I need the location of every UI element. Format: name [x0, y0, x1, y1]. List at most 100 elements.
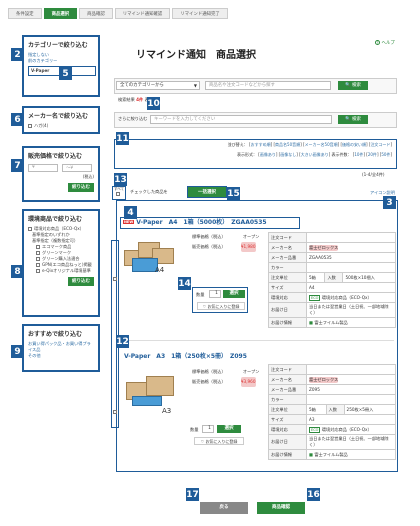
refine-input[interactable]: キーワードを入力してください — [150, 115, 332, 124]
annotation-badge-3: 3 — [383, 196, 396, 209]
display-large-image[interactable]: 大きい画像あり — [301, 152, 329, 157]
sort-recommend[interactable]: おすすめ順 — [251, 142, 271, 147]
step-tab-1: 条件設定 — [8, 8, 42, 19]
product-1-image — [124, 236, 176, 276]
sort-maker[interactable]: メーカー名50音順 — [305, 142, 338, 147]
price-filter-button[interactable]: 絞り込む — [68, 183, 94, 192]
step-tabs: 条件設定 商品選択 商品確認 リマインド通知確認 リマインド通知完了 — [8, 8, 230, 19]
checkbox-icon[interactable] — [28, 124, 32, 128]
category-filter-title: カテゴリーで絞り込む — [28, 42, 88, 49]
eco-option-8[interactable]: e-Qixオリジナル環境基準 — [28, 268, 94, 274]
search-icon: 🔍 — [344, 117, 351, 122]
product-1-select-button[interactable]: 選択 — [223, 290, 245, 298]
refine-search-button[interactable]: 🔍 検索 — [338, 115, 368, 124]
annotation-badge-7: 7 — [11, 159, 24, 172]
per-page-10[interactable]: 10件 — [354, 152, 363, 157]
product-2-size-label: A3 — [162, 407, 172, 415]
help-link[interactable]: ? ヘルプ — [375, 40, 395, 46]
annotation-badge-6: 6 — [11, 113, 24, 126]
product-2-qty-input[interactable]: 1 — [202, 425, 214, 433]
price-tax-note: (税込) — [82, 174, 94, 179]
step-tab-3: 商品確認 — [79, 8, 113, 19]
checkbox-icon[interactable] — [36, 251, 40, 255]
product-checkbox-column — [111, 240, 119, 428]
product-1-prices: 標準価格（税込） オープン 販売価格（税込） ¥1,980 — [192, 232, 259, 252]
annotation-badge-10: 10 — [147, 97, 160, 110]
sort-code[interactable]: 注文コード — [370, 142, 390, 147]
annotation-badge-8: 8 — [11, 265, 24, 278]
eco-filter-title: 環境商品で絞り込む — [28, 216, 83, 223]
truck-icon: ■ — [309, 319, 313, 325]
annotation-badge-11: 11 — [116, 132, 129, 145]
back-button[interactable]: 戻る — [200, 502, 248, 514]
product-2-checkbox[interactable] — [113, 410, 117, 414]
product-2-image — [126, 372, 178, 412]
new-badge: NEW — [123, 220, 135, 224]
price-max-input[interactable]: 〜¥ — [62, 164, 92, 172]
sort-bar: 並び替え： [おすすめ順] [商品名50音順] [メーカー名50音順] [価格の… — [114, 139, 397, 169]
annotation-badge-4: 4 — [124, 206, 137, 219]
search-input[interactable]: 商品名や注文コードなどから探す — [205, 81, 331, 90]
checkbox-icon[interactable] — [36, 257, 40, 261]
product-2-spec-table: 注文コード メーカー名 富士ゼロックス メーカー品番 Z095 カラー 注文単位 5箱… — [268, 364, 397, 460]
product-2-order-box: 数量 1 選択 ♡ お気に入りに登録 — [190, 424, 250, 448]
product-2-select-button[interactable]: 選択 — [217, 425, 241, 433]
bulk-label: チェックした商品を — [130, 189, 168, 194]
per-page-50[interactable]: 50件 — [381, 152, 390, 157]
price-filter-panel: 販売価格で絞り込む ¥ 〜¥ (税込) 絞り込む — [22, 146, 100, 202]
display-with-image[interactable]: 画像あり — [260, 152, 276, 157]
truck-icon: ■ — [309, 451, 313, 457]
per-page-20[interactable]: 20件 — [368, 152, 377, 157]
product-divider — [122, 340, 394, 341]
product-1-spec-table: 注文コード メーカー名 富士ゼロックス メーカー品番 ZGAA0535 カラー 注文… — [268, 232, 396, 328]
checkbox-icon[interactable] — [36, 263, 40, 267]
product-1-order-box: 数量 1 選択 ♡ お気に入りに登録 — [192, 287, 248, 313]
checkbox-icon[interactable] — [116, 192, 120, 196]
sort-name[interactable]: 商品名50音順 — [275, 142, 300, 147]
bulk-select-button[interactable]: 一括選択 — [187, 186, 227, 198]
product-2-title[interactable]: V-Paper A3 1箱（250枚×5冊） Z095 — [124, 351, 247, 360]
maker-filter-panel: メーカー名で絞り込む ハガ(4) — [22, 106, 100, 134]
maker-option[interactable]: ハガ(4) — [28, 123, 94, 129]
checkbox-icon[interactable] — [36, 269, 40, 273]
recommend-filter-panel: おすすめで絞り込む お買い得パック品・お買い得プライス品 その他 — [22, 324, 100, 372]
recommend-option[interactable]: お買い得パック品・お買い得プライス品 — [28, 341, 94, 353]
product-2-favorite-button[interactable]: ♡ お気に入りに登録 — [194, 437, 244, 445]
annotation-badge-14: 14 — [178, 277, 191, 290]
select-all-toggle[interactable]: すべて — [112, 186, 126, 200]
annotation-badge-9: 9 — [11, 345, 24, 358]
help-icon: ? — [375, 40, 380, 45]
step-tab-4: リマインド通知確認 — [114, 8, 171, 19]
category-prev-link[interactable]: 前のカテゴリー — [28, 58, 94, 64]
annotation-badge-15: 15 — [227, 187, 240, 200]
heart-icon: ♡ — [202, 304, 207, 309]
eco-icon: ECO — [309, 294, 321, 301]
search-button[interactable]: 🔍 検索 — [338, 81, 368, 90]
product-1-favorite-button[interactable]: ♡ お気に入りに登録 — [197, 302, 245, 310]
product-2-prices: 標準価格（税込） オープン 販売価格（税込） ¥3,960 — [192, 367, 259, 387]
confirm-products-button[interactable]: 商品確認 — [257, 502, 305, 514]
search-icon: 🔍 — [344, 83, 351, 88]
display-no-image[interactable]: 画像なし — [280, 152, 296, 157]
product-1-title[interactable]: NEW V-Paper A4 1箱（5000枚） ZGAA0535 — [120, 217, 300, 229]
recommend-more-link[interactable]: その他 — [28, 353, 94, 359]
product-1-size-label: A4 — [155, 266, 165, 274]
price-filter-title: 販売価格で絞り込む — [28, 153, 83, 160]
category-select[interactable]: 全てのカテゴリーから ▼ — [116, 81, 200, 90]
price-min-input[interactable]: ¥ — [28, 164, 58, 172]
checkbox-icon[interactable] — [36, 245, 40, 249]
sort-price[interactable]: 価格の安い順 — [342, 142, 366, 147]
product-1-qty-input[interactable]: 1 — [209, 290, 221, 298]
chevron-down-icon: ▼ — [193, 83, 197, 88]
annotation-badge-2: 2 — [11, 48, 24, 61]
step-tab-2: 商品選択 — [43, 8, 78, 19]
result-count: 4件 — [136, 97, 144, 102]
category-filter-panel: カテゴリーで絞り込む 指定しない 前のカテゴリー V-Paper — [22, 35, 100, 97]
step-tab-5: リマインド通知完了 — [172, 8, 228, 19]
annotation-badge-12: 12 — [116, 335, 129, 348]
product-1-checkbox[interactable] — [113, 277, 117, 281]
eco-filter-panel: 環境商品で絞り込む 環境対応商品（ECO-Qx） 基準指定のいずれか 基準指定（… — [22, 209, 100, 317]
eco-filter-button[interactable]: 絞り込む — [68, 277, 94, 286]
paging-info: (1-4/全4件) — [362, 172, 385, 177]
checkbox-icon[interactable] — [28, 227, 32, 231]
